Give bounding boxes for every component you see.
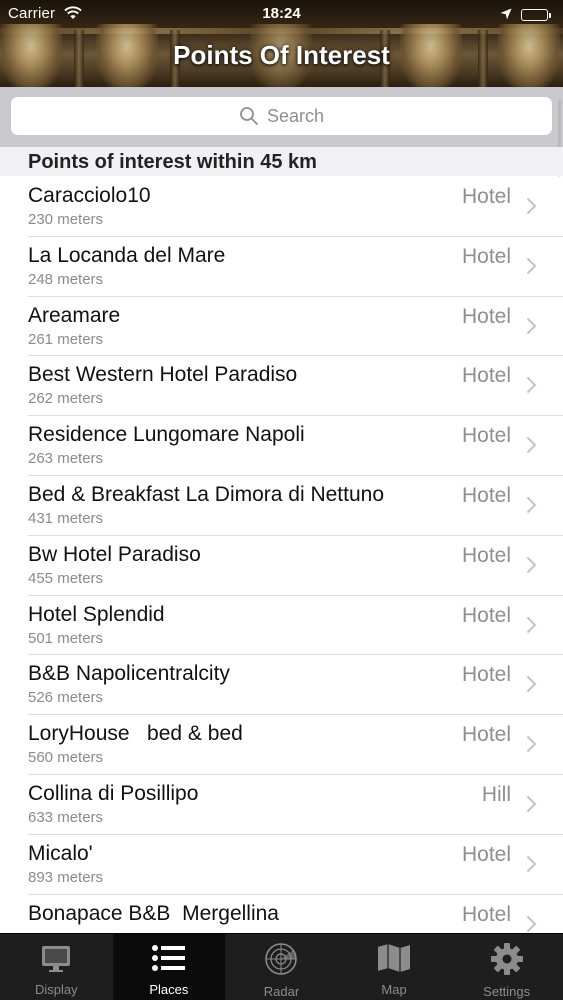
- list-item[interactable]: B&B Napolicentralcity 526 meters Hotel: [0, 655, 563, 716]
- place-name: Collina di Posillipo: [28, 781, 199, 805]
- tab-label: Map: [381, 982, 407, 997]
- search-input[interactable]: Search: [11, 97, 552, 135]
- chevron-right-icon: [526, 556, 537, 579]
- battery-icon: [521, 9, 551, 21]
- tab-settings[interactable]: Settings: [450, 934, 563, 1000]
- tab-bar: Display Places Radar Map Settings: [0, 933, 563, 1000]
- place-distance: 560 meters: [28, 749, 104, 767]
- list-item[interactable]: Hotel Splendid 501 meters Hotel: [0, 595, 563, 656]
- place-distance: 893 meters: [28, 868, 104, 886]
- monitor-icon: [40, 942, 72, 977]
- place-name: Best Western Hotel Paradiso: [28, 363, 298, 387]
- location-arrow-icon: [500, 7, 512, 24]
- place-distance: 431 meters: [28, 509, 104, 527]
- list-item[interactable]: Collina di Posillipo 633 meters Hill: [0, 774, 563, 835]
- place-distance: 501 meters: [28, 629, 104, 647]
- list-icon: [151, 942, 187, 977]
- list-item[interactable]: Bed & Breakfast La Dimora di Nettuno 431…: [0, 475, 563, 536]
- chevron-right-icon: [526, 795, 537, 818]
- tab-label: Settings: [483, 984, 531, 999]
- place-category: Hotel: [461, 304, 511, 328]
- place-name: Bonapace B&B Mergellina: [28, 901, 279, 925]
- app-screen: Carrier 18:24 Points Of Interest Search …: [0, 0, 563, 1000]
- place-name: La Locanda del Mare: [28, 243, 226, 267]
- place-distance: 263 meters: [28, 450, 104, 468]
- clock: 18:24: [262, 5, 301, 22]
- place-category: Hotel: [461, 723, 511, 747]
- section-header: Points of interest within 45 km: [0, 147, 563, 176]
- search-placeholder: Search: [266, 105, 325, 126]
- place-name: Bw Hotel Paradiso: [28, 542, 201, 566]
- chevron-right-icon: [526, 855, 537, 878]
- place-category: Hotel: [461, 483, 511, 507]
- place-name: Bed & Breakfast La Dimora di Nettuno: [28, 482, 385, 506]
- place-distance: 526 meters: [28, 689, 104, 707]
- chevron-right-icon: [526, 496, 537, 519]
- place-category: Hotel: [461, 663, 511, 687]
- tab-display[interactable]: Display: [0, 934, 113, 1000]
- place-category: Hotel: [461, 244, 511, 268]
- list-item[interactable]: Areamare 261 meters Hotel: [0, 296, 563, 357]
- place-name: Areamare: [28, 303, 121, 327]
- place-category: Hotel: [461, 424, 511, 448]
- map-icon: [376, 942, 412, 977]
- place-name: Micalo': [28, 841, 93, 865]
- chevron-right-icon: [526, 317, 537, 340]
- place-distance: 261 meters: [28, 330, 104, 348]
- places-list: Caracciolo10 230 meters Hotel La Locanda…: [0, 177, 563, 955]
- chevron-right-icon: [526, 197, 537, 220]
- chevron-right-icon: [526, 436, 537, 459]
- page-title: Points Of Interest: [173, 40, 390, 70]
- place-category: Hotel: [461, 842, 511, 866]
- place-category: Hotel: [461, 902, 511, 926]
- nav-bar: Carrier 18:24 Points Of Interest: [0, 0, 563, 87]
- chevron-right-icon: [526, 257, 537, 280]
- tab-places[interactable]: Places: [112, 934, 226, 1000]
- place-category: Hotel: [461, 603, 511, 627]
- place-name: Hotel Splendid: [28, 602, 165, 626]
- list-item[interactable]: Residence Lungomare Napoli 263 meters Ho…: [0, 416, 563, 476]
- list-item[interactable]: Micalo' 893 meters Hotel: [0, 834, 563, 895]
- place-distance: 262 meters: [28, 390, 104, 408]
- list-item[interactable]: La Locanda del Mare 248 meters Hotel: [0, 236, 563, 297]
- chevron-right-icon: [526, 616, 537, 639]
- list-item[interactable]: Best Western Hotel Paradiso 262 meters H…: [0, 356, 563, 417]
- tab-label: Radar: [263, 984, 300, 999]
- search-bar: Search: [0, 87, 563, 147]
- tab-label: Places: [149, 982, 189, 997]
- list-item[interactable]: Bw Hotel Paradiso 455 meters Hotel: [0, 535, 563, 596]
- place-name: B&B Napolicentralcity: [28, 662, 230, 686]
- chevron-right-icon: [526, 376, 537, 399]
- place-name: Residence Lungomare Napoli: [28, 423, 305, 447]
- place-distance: 230 meters: [28, 211, 104, 228]
- chevron-right-icon: [526, 675, 537, 698]
- place-distance: 248 meters: [28, 270, 104, 288]
- place-name: LoryHouse bed & bed: [28, 722, 243, 746]
- place-distance: 455 meters: [28, 569, 104, 587]
- search-icon: [239, 106, 259, 126]
- place-category: Hill: [481, 782, 511, 806]
- radar-icon: [264, 942, 298, 979]
- list-item[interactable]: LoryHouse bed & bed 560 meters Hotel: [0, 715, 563, 775]
- status-bar: Carrier 18:24: [0, 0, 563, 28]
- place-distance: 633 meters: [28, 808, 104, 826]
- place-category: Hotel: [461, 364, 511, 388]
- place-name: Caracciolo10: [28, 184, 151, 207]
- list-item[interactable]: Caracciolo10 230 meters Hotel: [0, 177, 563, 237]
- chevron-right-icon: [526, 735, 537, 758]
- place-category: Hotel: [461, 185, 511, 208]
- gear-icon: [490, 942, 524, 979]
- tab-map[interactable]: Map: [338, 934, 451, 1000]
- place-category: Hotel: [461, 543, 511, 567]
- tab-radar[interactable]: Radar: [225, 934, 338, 1000]
- tab-label: Display: [34, 982, 78, 997]
